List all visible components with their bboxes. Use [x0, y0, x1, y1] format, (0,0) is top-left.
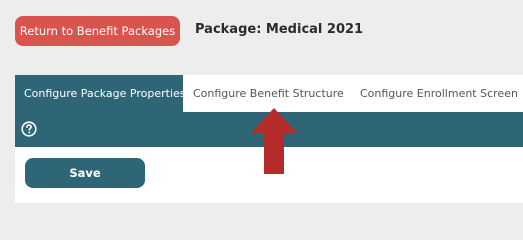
tab-configure-package-properties[interactable]: Configure Package Properties: [15, 75, 183, 112]
save-button[interactable]: Save: [25, 158, 145, 188]
question-circle-icon[interactable]: [21, 121, 37, 137]
package-title: Package: Medical 2021: [195, 22, 364, 37]
tab-bar: Configure Package Properties Configure B…: [15, 75, 523, 112]
return-to-benefit-packages-button[interactable]: Return to Benefit Packages: [15, 16, 180, 46]
arrow-up-icon: [250, 108, 298, 174]
tab-configure-enrollment-screen[interactable]: Configure Enrollment Screen: [360, 75, 523, 112]
tab-configure-benefit-structure[interactable]: Configure Benefit Structure: [193, 75, 353, 112]
